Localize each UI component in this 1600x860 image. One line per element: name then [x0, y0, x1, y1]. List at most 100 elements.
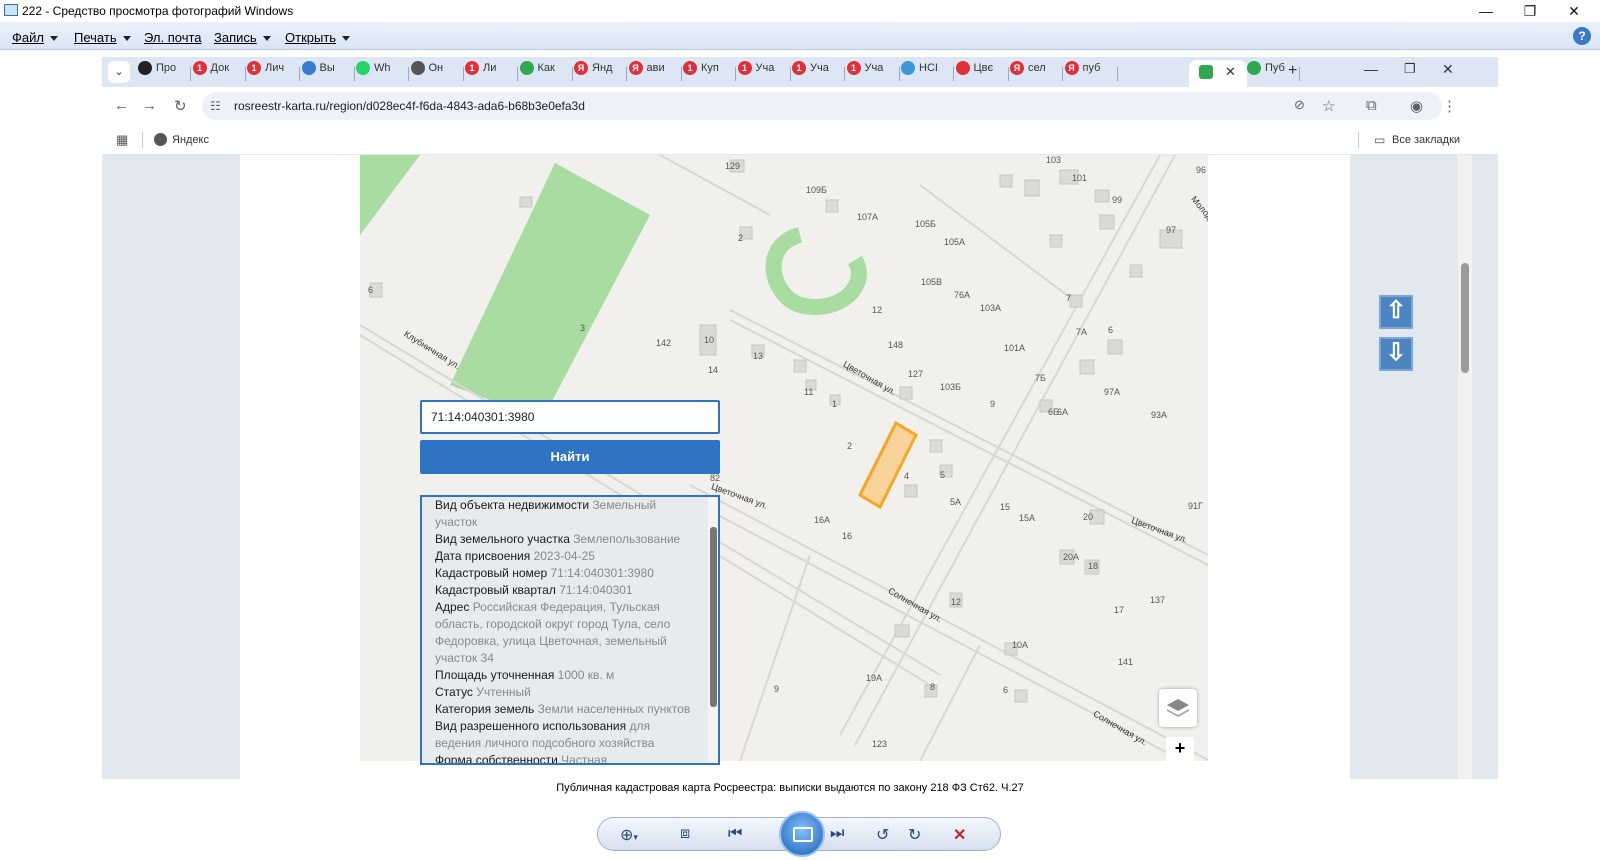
map-house-number: 97А: [1104, 387, 1121, 397]
browser-tab[interactable]: Wh: [356, 61, 391, 85]
info-row: Площадь уточненная 1000 кв. м: [435, 667, 697, 684]
browser-tab[interactable]: НСІ: [901, 61, 938, 85]
info-key: Форма собственности: [435, 753, 558, 765]
park-area: [765, 227, 867, 315]
browser-tab[interactable]: Я Янд: [574, 61, 612, 85]
browser-tab[interactable]: Цвє: [955, 61, 993, 85]
browser-tab[interactable]: 1 Док: [192, 61, 230, 85]
menu-open[interactable]: Открыть: [285, 30, 351, 45]
extensions-icon[interactable]: ⧉: [1366, 97, 1377, 114]
map-house-number: 2: [847, 441, 853, 451]
back-icon[interactable]: ←: [114, 97, 129, 114]
chevron-down-icon: [342, 36, 351, 42]
map-house-number: 11: [804, 387, 814, 397]
browser-tab[interactable]: Яави: [628, 61, 665, 85]
find-button[interactable]: Найти: [420, 440, 720, 474]
browser-tab[interactable]: Как: [519, 61, 555, 85]
menu-print[interactable]: Печать: [74, 30, 131, 45]
profile-icon[interactable]: ◉: [1410, 97, 1423, 115]
next-icon[interactable]: ⏭: [830, 825, 844, 843]
map-house-number: 4: [904, 471, 910, 481]
tab-separator: [190, 67, 191, 81]
info-row: Кадастровый номер 71:14:040301:3980: [435, 565, 697, 582]
chevron-down-icon: [49, 36, 58, 42]
tab-separator: [1299, 67, 1300, 81]
cadastral-search-input[interactable]: 71:14:040301:3980: [420, 400, 720, 434]
browser-tab[interactable]: 1 Ли: [465, 61, 496, 85]
new-tab-button[interactable]: +: [1288, 62, 1297, 80]
tab-separator: [953, 67, 954, 81]
map-house-number: 10А: [1012, 640, 1029, 650]
rotate-left-icon[interactable]: ↺: [876, 825, 889, 845]
map-house-number: 6А: [1057, 407, 1069, 417]
info-value: Частная: [561, 753, 608, 765]
tab-separator: [898, 67, 900, 81]
browser-tab[interactable]: Япуб: [1064, 61, 1100, 85]
minimize-button[interactable]: —: [1464, 0, 1508, 22]
eye-off-icon[interactable]: ⊘: [1294, 97, 1305, 113]
park-area: [450, 163, 650, 405]
tab-separator: [299, 67, 300, 81]
previous-icon[interactable]: ⏮: [728, 825, 742, 843]
info-value: 71:14:040301:3980: [550, 566, 654, 580]
layers-button[interactable]: [1159, 689, 1197, 727]
tab-label: Пуб: [1265, 62, 1285, 74]
map-house-number: 14: [708, 365, 719, 375]
browser-minimize-button[interactable]: —: [1364, 61, 1378, 77]
browser-close-button[interactable]: ✕: [1442, 61, 1454, 78]
forward-icon[interactable]: →: [142, 97, 157, 114]
info-key: Категория земель: [435, 702, 535, 716]
all-bookmarks[interactable]: Все закладки: [1392, 134, 1460, 146]
page-scrollbar[interactable]: [1458, 155, 1472, 779]
info-scroll-thumb[interactable]: [710, 527, 717, 707]
tab-search-icon[interactable]: ⌄: [108, 61, 130, 83]
browser-tab[interactable]: Пуб: [1247, 61, 1285, 85]
map-house-number: 3: [580, 323, 586, 333]
browser-tab[interactable]: Он: [410, 61, 443, 85]
actual-size-icon[interactable]: ⧈: [680, 825, 690, 843]
map-house-number: 127: [908, 369, 924, 379]
browser-tab[interactable]: 1 Уча: [792, 61, 829, 85]
zoom-in-button[interactable]: +: [1166, 737, 1194, 761]
browser-tab[interactable]: 1 Куп: [683, 61, 719, 85]
tab-label: Вы: [319, 62, 335, 74]
reload-icon[interactable]: ↻: [174, 97, 187, 115]
browser-tab[interactable]: 1 Лич: [247, 61, 284, 85]
menu-burn[interactable]: Запись: [214, 30, 271, 45]
site-settings-icon[interactable]: ☷: [210, 99, 221, 113]
menu-dots-icon[interactable]: ⋮: [1442, 97, 1457, 115]
menu-file[interactable]: Файл: [12, 30, 58, 45]
scroll-up-button[interactable]: ⇧: [1379, 295, 1413, 329]
active-tab[interactable]: ✕: [1189, 60, 1247, 87]
browser-tab[interactable]: Про: [138, 61, 176, 85]
slideshow-button[interactable]: [779, 811, 825, 857]
close-button[interactable]: ✕: [1552, 0, 1596, 22]
apps-grid-icon[interactable]: ▦: [116, 132, 128, 148]
restore-button[interactable]: ❐: [1508, 0, 1552, 22]
photo-viewer-icon: [4, 4, 18, 16]
map-house-number: 91Г: [1188, 501, 1203, 511]
browser-tab[interactable]: 1 Уча: [846, 61, 883, 85]
whatsapp-icon: [356, 61, 370, 75]
chart-icon: [901, 61, 915, 75]
map-house-number: 13: [753, 351, 764, 361]
rotate-right-icon[interactable]: ↻: [908, 825, 921, 845]
browser-tab[interactable]: Ясел: [1010, 61, 1046, 85]
bookmark-yandex[interactable]: Яндекс: [172, 134, 209, 146]
url-text[interactable]: rosreestr-karta.ru/region/d028ec4f-f6da-…: [234, 99, 585, 113]
info-row: Форма собственности Частная: [435, 752, 697, 765]
browser-restore-button[interactable]: ❐: [1404, 61, 1416, 77]
page-scroll-thumb[interactable]: [1461, 263, 1469, 373]
star-icon[interactable]: ☆: [1322, 97, 1335, 115]
help-icon[interactable]: ?: [1573, 27, 1591, 45]
map-house-number: 137: [1150, 595, 1166, 605]
menu-email[interactable]: Эл. почта: [144, 30, 202, 45]
close-tab-icon[interactable]: ✕: [1225, 64, 1236, 80]
delete-icon[interactable]: ✕: [953, 825, 966, 845]
browser-tab[interactable]: 1 Уча: [737, 61, 774, 85]
tab-label: Док: [210, 62, 230, 74]
zoom-icon[interactable]: ⊕▾: [620, 825, 638, 845]
tab-label: НСІ: [919, 62, 938, 74]
scroll-down-button[interactable]: ⇩: [1379, 337, 1413, 371]
browser-tab[interactable]: Вы: [301, 61, 335, 85]
